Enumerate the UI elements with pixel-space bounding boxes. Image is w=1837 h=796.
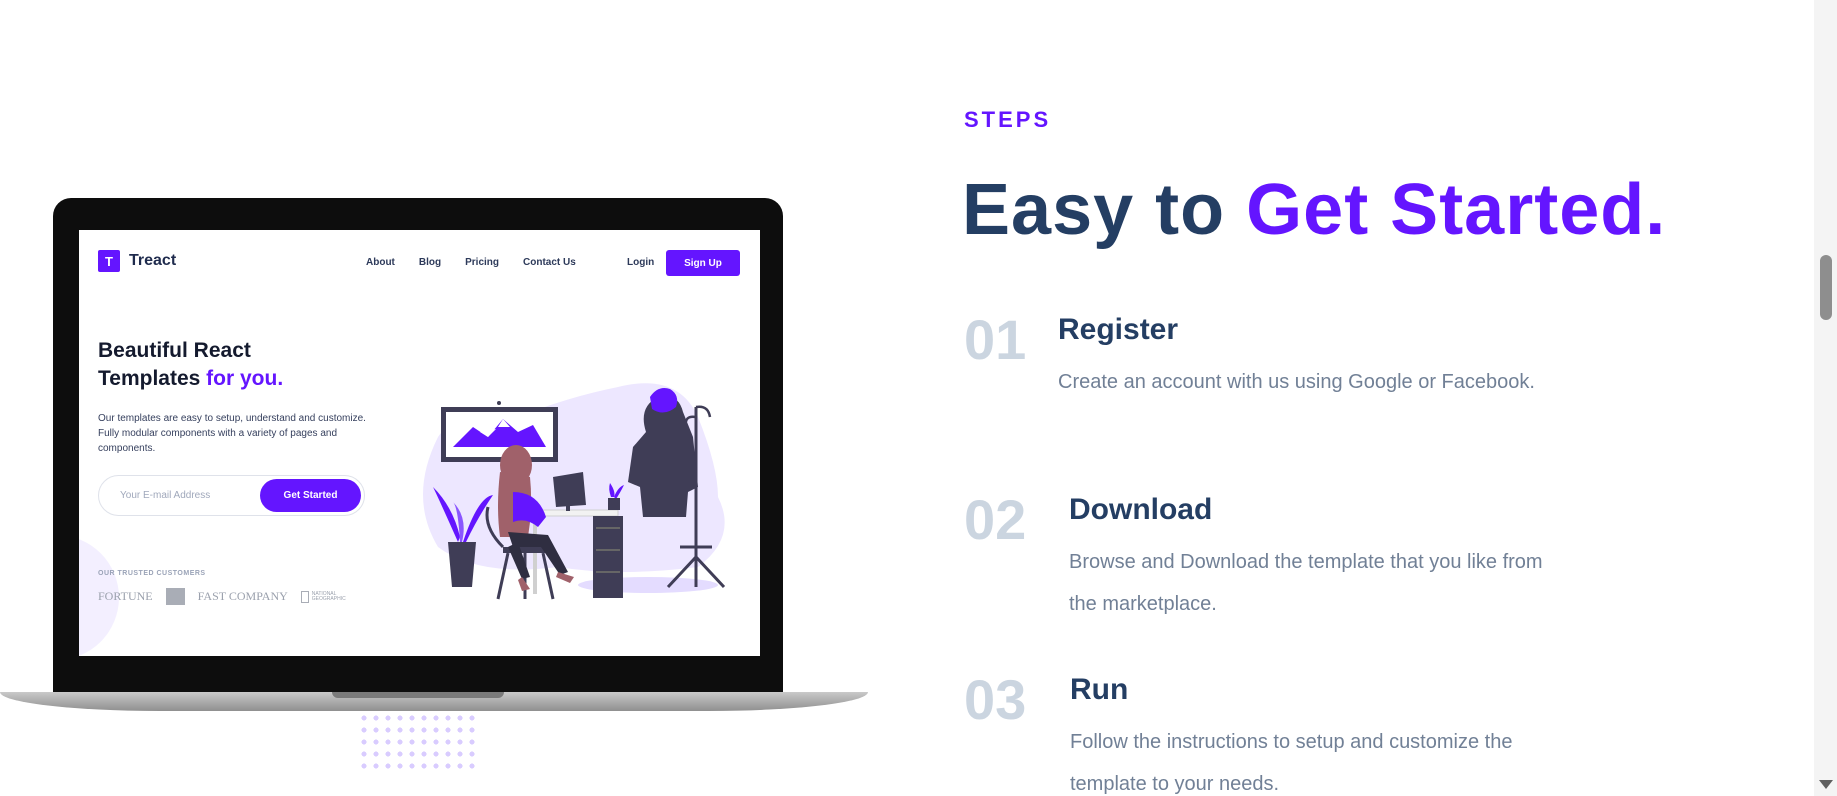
scrollbar-thumb[interactable] <box>1820 255 1832 320</box>
preview-logo: T Treact <box>98 250 176 272</box>
step-description: Browse and Download the template that yo… <box>1069 551 1543 615</box>
preview-nav: About Blog Pricing Contact Us <box>366 257 600 268</box>
preview-email-form: Your E-mail Address Get Started <box>98 475 365 516</box>
preview-logo-mark: T <box>98 250 120 272</box>
preview-title-line2: Templates <box>98 367 201 390</box>
preview-description: Our templates are easy to setup, underst… <box>98 413 366 454</box>
workspace-illustration <box>423 383 726 600</box>
fortune-logo: FORTUNE <box>98 589 153 603</box>
natgeo-logo: NATIONAL GEOGRAPHIC <box>300 590 350 603</box>
step-number: 01 <box>964 308 1027 371</box>
step-title: Run <box>1070 673 1129 706</box>
scroll-down-arrow-icon[interactable] <box>1819 780 1833 789</box>
step-number: 03 <box>964 668 1027 731</box>
step-description: Follow the instructions to setup and cus… <box>1070 731 1513 795</box>
preview-title-line1: Beautiful React <box>98 339 251 362</box>
preview-title-accent: for you. <box>206 367 284 390</box>
preview-signup-button: Sign Up <box>666 250 740 276</box>
decorative-dot-pattern <box>358 712 476 772</box>
preview-title: Beautiful React Templates for you. <box>98 337 338 393</box>
section-heading: Easy to Get Started. <box>962 168 1666 252</box>
page-scrollbar[interactable] <box>1814 0 1837 796</box>
preview-brand-logos: FORTUNE FAST COMPANY NATIONAL GEOGRAPHIC <box>98 588 350 605</box>
step-number: 02 <box>964 488 1027 551</box>
preview-nav-pricing: Pricing <box>465 257 500 268</box>
nyt-logo <box>165 588 185 605</box>
section-subheading: STEPS <box>964 107 1052 132</box>
laptop-screen-preview: T Treact About Blog Pricing Contact Us L… <box>79 230 760 656</box>
preview-email-placeholder: Your E-mail Address <box>120 490 211 501</box>
preview-nav-blog: Blog <box>418 257 442 268</box>
preview-trusted-label: OUR TRUSTED CUSTOMERS <box>98 570 206 577</box>
preview-nav-about: About <box>366 257 395 268</box>
heading-accent: Get Started. <box>1246 170 1667 250</box>
preview-nav-contact: Contact Us <box>523 257 576 268</box>
preview-get-started-button: Get Started <box>260 479 361 512</box>
preview-login: Login <box>627 257 655 268</box>
natgeo-frame-icon <box>300 590 309 603</box>
fastcompany-logo: FAST COMPANY <box>197 589 288 603</box>
step-title: Download <box>1069 493 1213 526</box>
step-title: Register <box>1058 313 1179 346</box>
natgeo-logo-text: NATIONAL GEOGRAPHIC <box>311 590 346 602</box>
step-description: Create an account with us using Google o… <box>1058 371 1535 393</box>
laptop-notch <box>332 692 504 698</box>
preview-logo-text: Treact <box>129 252 177 269</box>
heading-main: Easy to <box>962 170 1226 250</box>
